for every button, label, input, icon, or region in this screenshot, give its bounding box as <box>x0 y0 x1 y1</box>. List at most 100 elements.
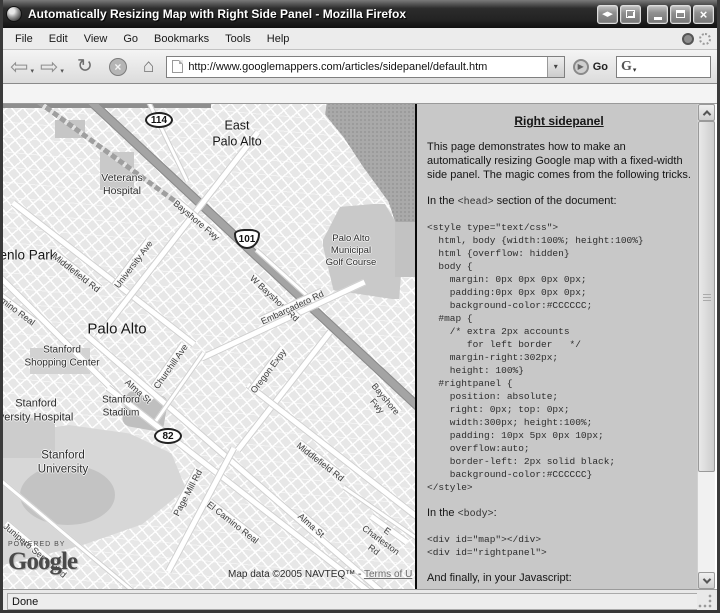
url-history-dropdown[interactable]: ▾ <box>547 57 564 77</box>
map-label: East Palo Alto <box>212 118 261 149</box>
minimize-button[interactable] <box>647 5 668 24</box>
route-shield-114: 114 <box>145 112 173 128</box>
chevron-down-icon <box>702 575 710 583</box>
body-section-line: In the <body>: <box>427 506 691 522</box>
arrows-icon: ◀▶ <box>602 11 613 18</box>
code-line: background-color:#CCCCCC; <box>427 299 691 312</box>
menu-item-bookmarks[interactable]: Bookmarks <box>146 30 217 48</box>
google-logo: POWERED BY Google <box>8 541 77 574</box>
close-icon: × <box>700 8 708 21</box>
head-tag-code: <head> <box>458 197 494 208</box>
chevron-up-icon <box>702 110 710 118</box>
terms-of-use-link[interactable]: Terms of U <box>364 569 412 580</box>
code-line: </style> <box>427 481 691 494</box>
code-line: margin-right:302px; <box>427 351 691 364</box>
map-label: Oregon Expy <box>248 347 285 393</box>
map-label: Stanford Shopping Center <box>24 345 99 370</box>
menu-item-view[interactable]: View <box>76 30 116 48</box>
google-map[interactable]: East Palo Alto enlo Park Palo Alto Veterans… <box>3 104 415 589</box>
menu-item-file[interactable]: File <box>7 30 41 48</box>
head-section-line: In the <head> section of the document: <box>427 194 691 210</box>
code-line: html {overflow: hidden} <box>427 247 691 260</box>
map-label: Palo Alto <box>87 321 146 340</box>
panel-heading: Right sidepanel <box>427 114 691 128</box>
firefox-icon <box>6 6 22 22</box>
code-line: for left border */ <box>427 338 691 351</box>
menu-item-go[interactable]: Go <box>115 30 146 48</box>
address-bar[interactable]: http://www.googlemappers.com/articles/si… <box>166 56 564 78</box>
reload-button[interactable]: ↻ <box>77 57 93 76</box>
code-line: border-left: 2px solid black; <box>427 455 691 468</box>
road <box>3 104 211 108</box>
map-label: Stanford versity Hospital <box>3 397 73 425</box>
final-line: And finally, in your Javascript: <box>427 571 691 585</box>
forward-dropdown-icon[interactable]: ▾ <box>60 67 64 75</box>
code-line: #map { <box>427 312 691 325</box>
map-label: Alma St <box>299 511 327 537</box>
body-tag-code: <body> <box>458 509 494 520</box>
menu-bar: FileEditViewGoBookmarksToolsHelp <box>3 28 717 50</box>
menu-item-help[interactable]: Help <box>259 30 298 48</box>
google-wordmark: Google <box>8 548 77 575</box>
text: In the <box>427 507 458 519</box>
window-title: Automatically Resizing Map with Right Si… <box>28 7 597 21</box>
map-label: enlo Park <box>3 248 57 265</box>
search-engine-dropdown-icon[interactable]: ▾ <box>633 66 637 74</box>
code-line: position: absolute; <box>427 390 691 403</box>
scroll-down-button[interactable] <box>698 572 715 589</box>
tab-nav-button[interactable]: ◀▶ <box>597 5 618 24</box>
right-side-panel: Right sidepanel This page demonstrates h… <box>415 104 697 589</box>
shore-patch <box>395 222 415 277</box>
home-button[interactable]: ⌂ <box>143 57 154 76</box>
code-line: html, body {width:100%; height:100%} <box>427 234 691 247</box>
scrollbar-thumb[interactable] <box>698 121 715 472</box>
navigation-toolbar: ⇦ ▾ ⇨ ▾ ↻ × ⌂ http://www.googlemappers.c… <box>3 50 717 84</box>
code-block-1: <style type="text/css"> html, body {widt… <box>427 221 691 494</box>
text: section of the document: <box>494 195 617 207</box>
minimize-icon <box>654 17 662 20</box>
scroll-up-button[interactable] <box>698 104 715 121</box>
thumb-grip-icon <box>703 294 711 303</box>
text: : <box>494 507 497 519</box>
activity-spinner-icon <box>699 33 711 45</box>
code-line: body { <box>427 260 691 273</box>
browser-window: Automatically Resizing Map with Right Si… <box>0 0 720 613</box>
go-icon[interactable]: ▶ <box>573 59 589 75</box>
code-line: #rightpanel { <box>427 377 691 390</box>
code-line: padding: 10px 5px 0px 10px; <box>427 429 691 442</box>
code-line: /* extra 2px accounts <box>427 325 691 338</box>
code-line: <div id="rightpanel"> <box>427 546 691 559</box>
menu-item-tools[interactable]: Tools <box>217 30 259 48</box>
code-line: background-color:#CCCCCC} <box>427 468 691 481</box>
code-line: width:300px; height:100%; <box>427 416 691 429</box>
text: In the <box>427 195 458 207</box>
code-line: <style type="text/css"> <box>427 221 691 234</box>
map-label: Veterans Hospital <box>101 172 142 198</box>
code-line: overflow:auto; <box>427 442 691 455</box>
stop-button[interactable]: × <box>109 58 127 76</box>
map-label: Palo Alto Municipal Golf Course <box>319 233 383 269</box>
status-text: Done <box>7 593 697 610</box>
resize-grip[interactable] <box>697 593 713 610</box>
menu-item-edit[interactable]: Edit <box>41 30 76 48</box>
title-bar: Automatically Resizing Map with Right Si… <box>0 0 720 28</box>
page-icon <box>172 60 183 73</box>
go-button[interactable]: Go <box>593 61 608 73</box>
window-mode-button[interactable] <box>620 5 641 24</box>
powered-by-label: POWERED BY <box>8 541 77 548</box>
status-bar: Done <box>3 589 717 613</box>
panel-scrollbar[interactable] <box>697 104 715 589</box>
map-attribution: Map data ©2005 NAVTEQ™ - Terms of U <box>228 569 412 580</box>
maximize-icon <box>676 10 685 18</box>
panel-intro: This page demonstrates how to make an au… <box>427 140 691 182</box>
code-line: margin: 0px 0px 0px 0px; <box>427 273 691 286</box>
back-button[interactable]: ⇦ <box>10 56 28 78</box>
page-content: East Palo Alto enlo Park Palo Alto Veterans… <box>3 104 717 589</box>
close-button[interactable]: × <box>693 5 714 24</box>
forward-button[interactable]: ⇨ <box>40 56 58 78</box>
code-line: right: 0px; top: 0px; <box>427 403 691 416</box>
url-input[interactable]: http://www.googlemappers.com/articles/si… <box>188 61 546 73</box>
back-dropdown-icon[interactable]: ▾ <box>30 67 34 75</box>
maximize-button[interactable] <box>670 5 691 24</box>
search-box[interactable]: G ▾ <box>616 56 711 78</box>
